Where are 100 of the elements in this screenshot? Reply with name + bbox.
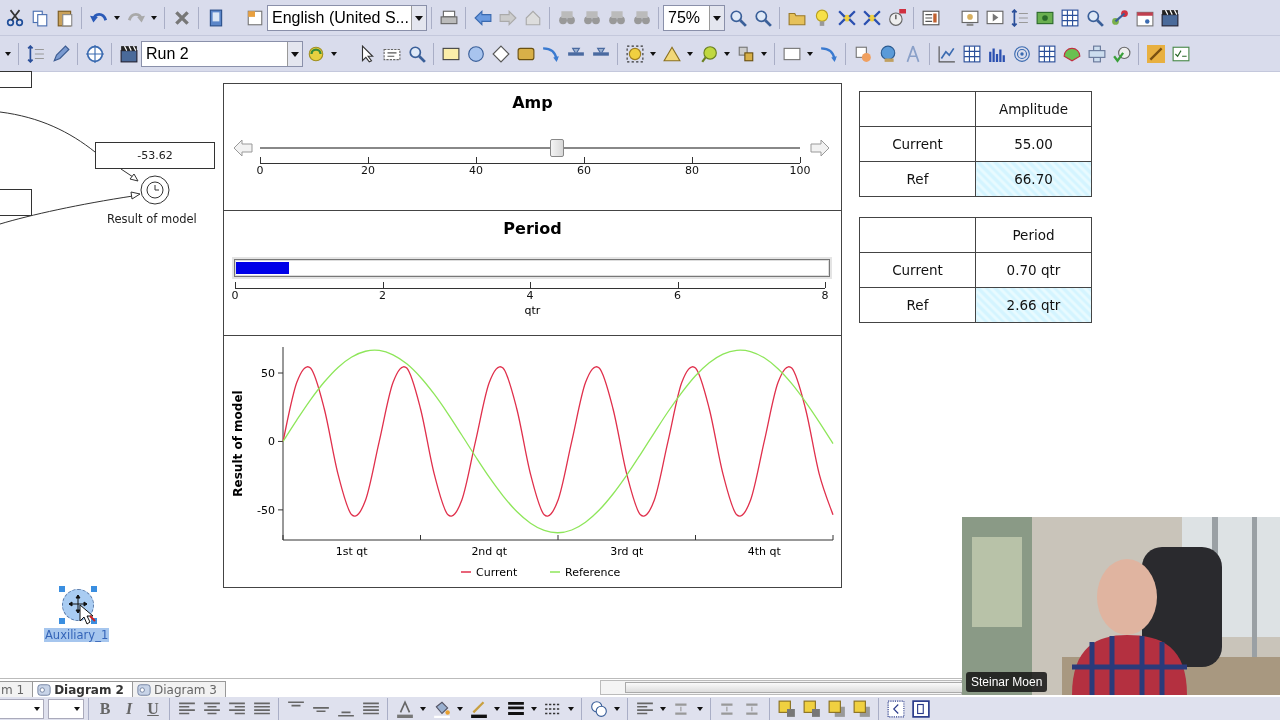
tick-label: 80: [685, 164, 699, 177]
bucket-icon[interactable]: [432, 700, 451, 718]
text-style-button[interactable]: B: [95, 699, 115, 719]
board-icon[interactable]: [921, 8, 940, 27]
arrow-left-icon[interactable]: [233, 139, 253, 157]
tick-label: 4: [526, 289, 534, 302]
ruler-icon[interactable]: [1010, 8, 1029, 27]
clapper-icon[interactable]: [119, 44, 138, 63]
bring-front-icon[interactable]: [802, 700, 821, 718]
play-icon[interactable]: [985, 8, 1004, 27]
cluster-icon[interactable]: [736, 44, 755, 63]
snap-frame-icon[interactable]: [911, 700, 930, 718]
axis-title: Result of model: [231, 390, 245, 497]
copy-icon[interactable]: [30, 8, 49, 27]
value-cell: 0.70 qtr: [975, 252, 1092, 288]
magnifier-icon[interactable]: [728, 8, 747, 27]
tick-label: 20: [361, 164, 375, 177]
tick-label: 6: [674, 289, 681, 302]
header-cell: Amplitude: [975, 91, 1092, 127]
tick-label: 2: [379, 289, 386, 302]
horizontal-scrollbar[interactable]: [600, 680, 962, 695]
participant-name: Steinar Moen: [966, 672, 1048, 692]
diamond-icon[interactable]: [491, 44, 510, 63]
line-color-icon[interactable]: [469, 700, 488, 718]
axis-unit-label: qtr: [523, 304, 542, 317]
checklist-icon[interactable]: [1171, 44, 1190, 63]
target-icon[interactable]: [85, 44, 104, 63]
tick-label: 0: [256, 164, 264, 177]
nodes-icon[interactable]: [837, 8, 856, 27]
zoom-select[interactable]: 75%: [663, 4, 725, 31]
scrollbar-thumb[interactable]: [625, 682, 965, 693]
tick-label: 1st qt: [335, 545, 368, 558]
diagram-tab[interactable]: Diagram 2: [32, 681, 133, 697]
scissors-icon[interactable]: [5, 8, 24, 27]
line-chart-icon[interactable]: [937, 44, 956, 63]
monitor-icon[interactable]: [960, 8, 979, 27]
line-weight-icon[interactable]: [506, 700, 525, 718]
network-icon[interactable]: [1110, 8, 1129, 27]
tick-label: 40: [469, 164, 483, 177]
diagram-tab[interactable]: Diagram 3: [131, 681, 226, 697]
tick-label: 0: [268, 435, 275, 449]
shapes-icon[interactable]: [589, 700, 608, 718]
curved-arrow-icon[interactable]: [541, 44, 560, 63]
language-select[interactable]: English (United S...: [267, 4, 427, 31]
triangle-icon[interactable]: [662, 44, 681, 63]
magnifier-icon[interactable]: [753, 8, 772, 27]
send-back-icon[interactable]: [827, 700, 846, 718]
text-color-icon[interactable]: [395, 700, 414, 718]
grid-icon[interactable]: [1060, 8, 1079, 27]
diagram-icon[interactable]: [136, 682, 151, 697]
globe-icon[interactable]: [878, 44, 897, 63]
ruler-icon[interactable]: [26, 44, 45, 63]
check-icon[interactable]: [1112, 44, 1131, 63]
snap-grid-icon[interactable]: [886, 700, 905, 718]
magnifier-icon[interactable]: [1085, 8, 1104, 27]
balloon-icon[interactable]: [699, 44, 718, 63]
value-cell: 55.00: [975, 126, 1092, 162]
panel-title: Period: [502, 220, 563, 238]
stopwatch-icon[interactable]: [887, 8, 906, 27]
page-icon[interactable]: [245, 8, 264, 27]
curved-arrow-icon[interactable]: [819, 44, 838, 63]
header-cell: Period: [975, 217, 1092, 253]
bring-front-icon[interactable]: [777, 700, 796, 718]
value-display: -53.62: [95, 142, 215, 169]
run-select[interactable]: Run 2: [141, 40, 303, 67]
tick-label: 60: [577, 164, 591, 177]
value-cell[interactable]: 2.66 qtr: [975, 287, 1092, 323]
send-back-icon[interactable]: [852, 700, 871, 718]
value-cell[interactable]: 66.70: [975, 161, 1092, 197]
magnifier-icon[interactable]: [407, 44, 426, 63]
spiral-icon[interactable]: [1012, 44, 1031, 63]
text-style-button[interactable]: I: [119, 699, 139, 719]
legend-label: Current: [476, 566, 518, 579]
row-label: Current: [859, 126, 976, 162]
arrow-right-icon[interactable]: [810, 139, 830, 157]
node-label: Auxiliary_1: [44, 628, 110, 642]
connector-arrow: [120, 168, 139, 182]
plug-icon[interactable]: [1087, 44, 1106, 63]
diagram-tab[interactable]: m 1: [0, 681, 34, 697]
grid-icon[interactable]: [962, 44, 981, 63]
circle-shape-icon[interactable]: [466, 44, 485, 63]
pencil-icon[interactable]: [51, 44, 70, 63]
grid-icon[interactable]: [1037, 44, 1056, 63]
nodes-icon[interactable]: [862, 8, 881, 27]
tick-label: 100: [789, 164, 811, 177]
clipboard-icon[interactable]: [55, 8, 74, 27]
tick-label: 50: [261, 367, 275, 380]
selection-circle-icon[interactable]: [625, 44, 644, 63]
slider-thumb[interactable]: [550, 139, 564, 157]
brush-icon[interactable]: [1146, 44, 1165, 63]
clock-icon: [140, 175, 170, 205]
clapper-icon[interactable]: [1160, 8, 1179, 27]
text-style-button[interactable]: U: [143, 699, 163, 719]
arrow-left-icon[interactable]: [473, 8, 492, 27]
legend-label: Reference: [565, 566, 621, 579]
tick-label: 3rd qt: [610, 545, 644, 558]
tick-label: -50: [257, 503, 275, 517]
tick-label: 8: [821, 289, 829, 302]
diagram-icon[interactable]: [37, 682, 52, 697]
printer-icon[interactable]: [439, 8, 458, 27]
